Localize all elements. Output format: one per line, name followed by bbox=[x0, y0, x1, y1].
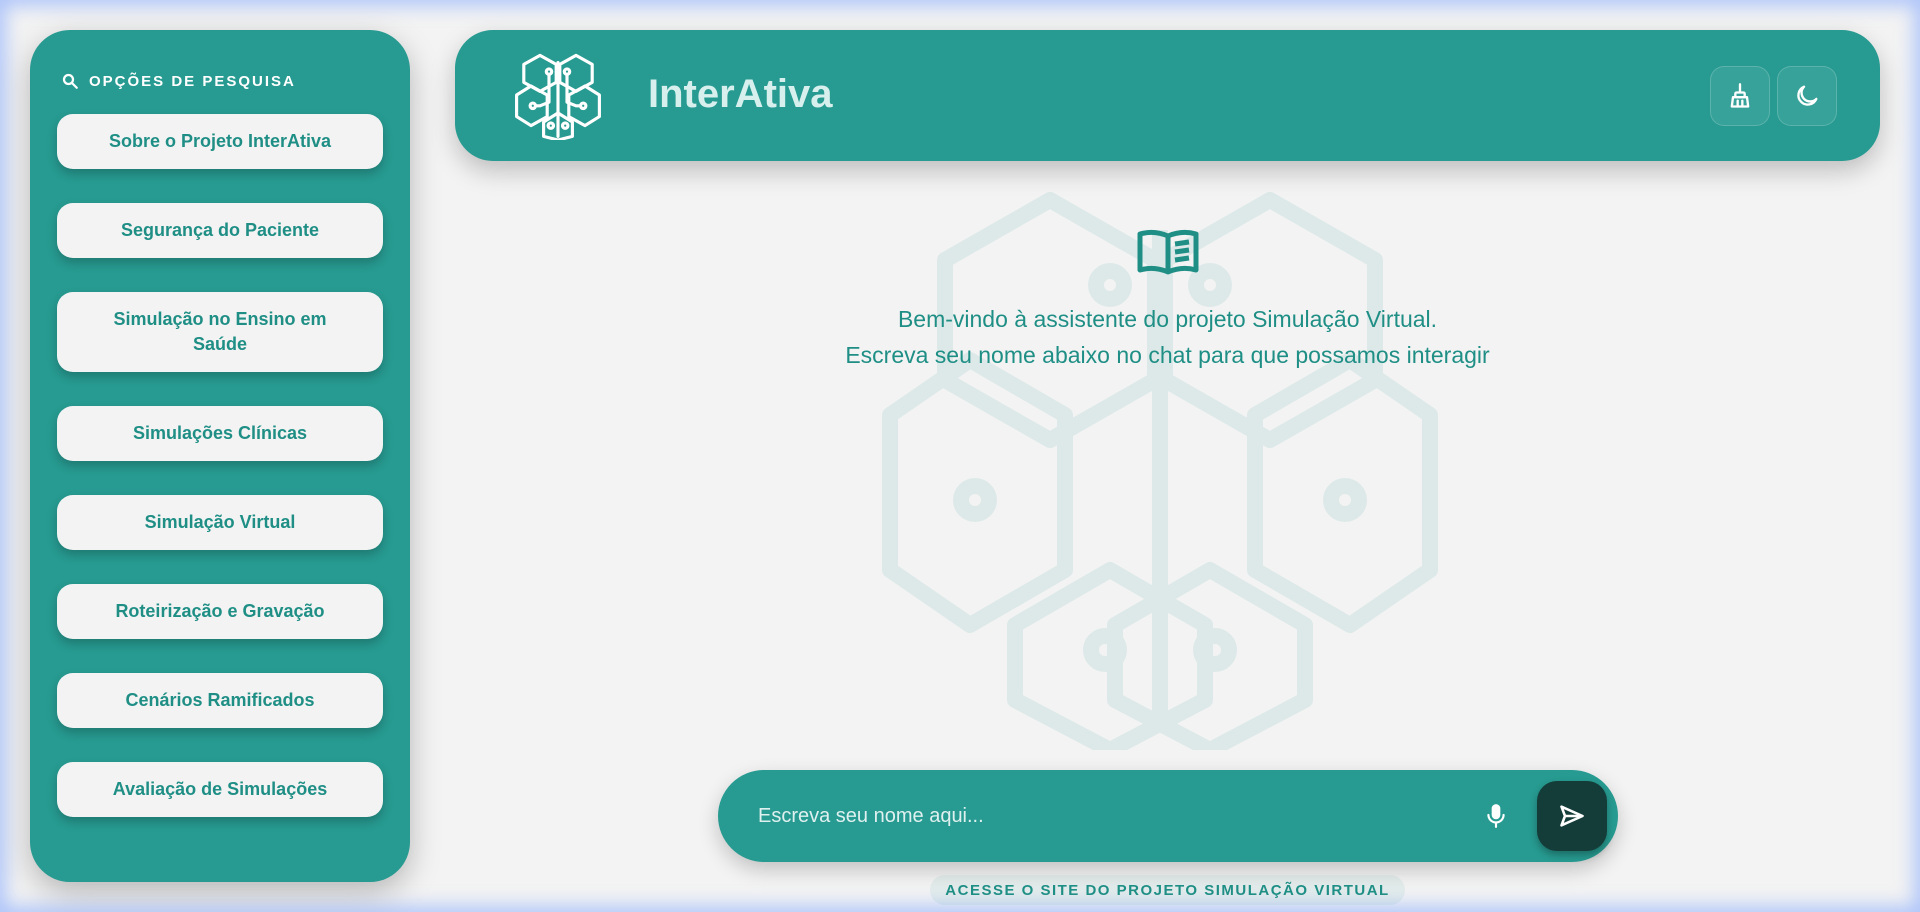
sidebar-header: OPÇÕES DE PESQUISA bbox=[57, 72, 383, 90]
search-icon bbox=[62, 73, 78, 89]
header-bar: InterAtiva bbox=[455, 30, 1880, 161]
microphone-icon bbox=[1487, 804, 1505, 828]
sidebar: OPÇÕES DE PESQUISA Sobre o Projeto Inter… bbox=[30, 30, 410, 882]
sidebar-item-simulacao-virtual[interactable]: Simulação Virtual bbox=[57, 495, 383, 550]
send-icon bbox=[1560, 805, 1584, 827]
moon-icon bbox=[1797, 85, 1818, 106]
welcome-message: Bem-vindo à assistente do projeto Simula… bbox=[455, 228, 1880, 373]
chat-input-bar bbox=[718, 770, 1618, 862]
clear-chat-button[interactable] bbox=[1710, 66, 1770, 126]
sidebar-header-label: OPÇÕES DE PESQUISA bbox=[89, 72, 296, 90]
sidebar-item-simulacao-ensino[interactable]: Simulação no Ensino em Saúde bbox=[57, 292, 383, 372]
theme-toggle-button[interactable] bbox=[1777, 66, 1837, 126]
sidebar-item-seguranca-paciente[interactable]: Segurança do Paciente bbox=[57, 203, 383, 258]
brain-circuit-icon bbox=[515, 53, 601, 140]
sidebar-item-simulacoes-clinicas[interactable]: Simulações Clínicas bbox=[57, 406, 383, 461]
name-input[interactable] bbox=[758, 794, 1458, 838]
welcome-line-1: Bem-vindo à assistente do projeto Simula… bbox=[897, 306, 1438, 332]
broom-icon bbox=[1730, 83, 1750, 108]
sidebar-item-roteirizacao[interactable]: Roteirização e Gravação bbox=[57, 584, 383, 639]
sidebar-item-avaliacao-simulacoes[interactable]: Avaliação de Simulações bbox=[57, 762, 383, 817]
project-site-link[interactable]: ACESSE O SITE DO PROJETO SIMULAÇÃO VIRTU… bbox=[930, 875, 1405, 905]
welcome-line-2: Escreva seu nome abaixo no chat para que… bbox=[845, 342, 1490, 368]
app-title: InterAtiva bbox=[648, 72, 833, 116]
sidebar-item-cenarios-ramificados[interactable]: Cenários Ramificados bbox=[57, 673, 383, 728]
send-button[interactable] bbox=[1537, 781, 1607, 851]
sidebar-item-sobre-projeto[interactable]: Sobre o Projeto InterAtiva bbox=[57, 114, 383, 169]
microphone-button[interactable] bbox=[1478, 798, 1514, 834]
book-icon bbox=[1137, 229, 1198, 275]
